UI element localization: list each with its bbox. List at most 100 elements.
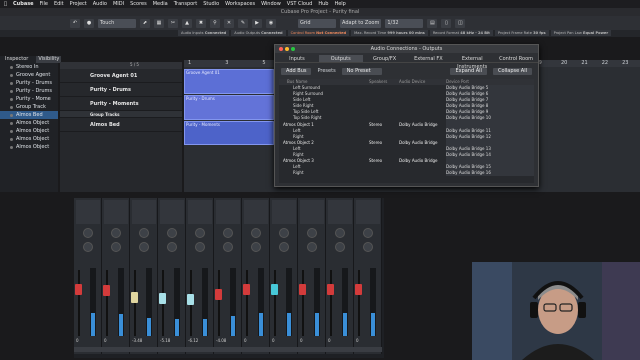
preset-select[interactable]: No Preset xyxy=(341,67,382,75)
insert-slot[interactable] xyxy=(104,200,128,224)
menu-audio[interactable]: Audio xyxy=(93,1,107,7)
pan-knob[interactable] xyxy=(111,242,121,252)
fader-cap[interactable] xyxy=(327,284,334,295)
zoom-icon[interactable] xyxy=(291,47,295,51)
pan-knob[interactable] xyxy=(307,242,317,252)
play-tool-icon[interactable]: ▶ xyxy=(252,18,262,28)
pan-knob[interactable] xyxy=(335,242,345,252)
visibility-dot-icon[interactable] xyxy=(10,137,13,141)
visibility-dot-icon[interactable] xyxy=(10,89,13,93)
inspector-row[interactable]: Group Track xyxy=(0,103,58,111)
volume-readout[interactable]: -5.18 xyxy=(160,338,170,343)
menu-studio[interactable]: Studio xyxy=(203,1,219,7)
mixer-channel[interactable]: 0 xyxy=(298,198,326,354)
visibility-dot-icon[interactable] xyxy=(10,145,13,149)
quantize-select[interactable]: 1/32 xyxy=(385,18,424,28)
volume-readout[interactable]: 0 xyxy=(104,338,107,343)
insert-slot[interactable] xyxy=(132,200,156,224)
pan-knob[interactable] xyxy=(111,228,121,238)
apple-icon[interactable]:  xyxy=(4,1,7,7)
pan-knob[interactable] xyxy=(139,228,149,238)
dialog-tab[interactable]: Inputs xyxy=(275,55,319,62)
inspector-row[interactable]: Purity - Drums xyxy=(0,79,58,87)
pan-knob[interactable] xyxy=(335,228,345,238)
fader-track[interactable] xyxy=(103,270,110,336)
menu-vst-cloud[interactable]: VST Cloud xyxy=(287,1,313,7)
fader-cap[interactable] xyxy=(131,292,138,303)
inspector-row[interactable]: Stereo In xyxy=(0,63,58,71)
erase-tool-icon[interactable]: ✖ xyxy=(196,18,206,28)
draw-tool-icon[interactable]: ✎ xyxy=(238,18,248,28)
tab-inspector[interactable]: Inspector xyxy=(3,56,30,63)
volume-readout[interactable]: 0 xyxy=(300,338,303,343)
inspector-row[interactable]: Purity - Drums xyxy=(0,87,58,95)
split-tool-icon[interactable]: ✂ xyxy=(168,18,178,28)
pan-knob[interactable] xyxy=(167,242,177,252)
pan-knob[interactable] xyxy=(307,228,317,238)
track-row[interactable]: Purity - Drums xyxy=(60,83,182,97)
pan-knob[interactable] xyxy=(251,242,261,252)
dialog-tab[interactable]: External FX xyxy=(406,55,450,62)
fader-track[interactable] xyxy=(299,270,306,336)
mute-tool-icon[interactable]: ✕ xyxy=(224,18,234,28)
range-tool-icon[interactable]: ▦ xyxy=(154,18,164,28)
fader-track[interactable] xyxy=(187,270,194,336)
undo-icon[interactable]: ↶ xyxy=(70,18,80,28)
menu-workspaces[interactable]: Workspaces xyxy=(225,1,255,7)
volume-readout[interactable]: 0 xyxy=(356,338,359,343)
dialog-tab[interactable]: Control Room xyxy=(494,55,538,62)
volume-readout[interactable]: -4.08 xyxy=(216,338,226,343)
dialog-tab[interactable]: Group/FX xyxy=(363,55,407,62)
visibility-dot-icon[interactable] xyxy=(10,129,13,133)
insert-slot[interactable] xyxy=(216,200,240,224)
dialog-tab[interactable]: External Instruments xyxy=(450,55,494,70)
fader-track[interactable] xyxy=(327,270,334,336)
menu-project[interactable]: Project xyxy=(70,1,87,7)
fader-cap[interactable] xyxy=(299,284,306,295)
menu-media[interactable]: Media xyxy=(153,1,168,7)
mixer-channel[interactable]: 0 xyxy=(242,198,270,354)
volume-readout[interactable]: -3.48 xyxy=(132,338,142,343)
add-bus-button[interactable]: Add Bus xyxy=(281,67,312,75)
insert-slot[interactable] xyxy=(356,200,380,224)
track-row[interactable]: Groove Agent 01 xyxy=(60,69,182,83)
fader-track[interactable] xyxy=(75,270,82,336)
fader-track[interactable] xyxy=(243,270,250,336)
inspector-row[interactable]: Almos Object xyxy=(0,143,58,151)
track-row[interactable]: Purity - Moments xyxy=(60,97,182,111)
region-groove-agent[interactable]: Groove Agent 01 xyxy=(184,69,274,94)
pan-knob[interactable] xyxy=(223,228,233,238)
inspector-row[interactable]: Almos Bed xyxy=(0,111,58,119)
inspector-row[interactable]: Almos Object xyxy=(0,119,58,127)
pan-knob[interactable] xyxy=(195,228,205,238)
pan-knob[interactable] xyxy=(223,242,233,252)
record-icon[interactable]: ● xyxy=(84,18,94,28)
snap-type-select[interactable]: Grid xyxy=(298,18,336,28)
volume-readout[interactable]: 0 xyxy=(244,338,247,343)
fader-cap[interactable] xyxy=(271,284,278,295)
fader-track[interactable] xyxy=(271,270,278,336)
track-row[interactable]: Group Tracks xyxy=(60,111,182,118)
fader-cap[interactable] xyxy=(187,294,194,305)
fader-track[interactable] xyxy=(131,270,138,336)
fader-track[interactable] xyxy=(355,270,362,336)
pan-knob[interactable] xyxy=(195,242,205,252)
bus-port[interactable]: Dolby Audio Bridge 16 xyxy=(446,170,534,177)
bus-channel-row[interactable]: Right Dolby Audio Bridge 16 xyxy=(279,170,534,177)
fader-cap[interactable] xyxy=(75,284,82,295)
sidebar-icon[interactable]: ◫ xyxy=(455,18,466,28)
fader-cap[interactable] xyxy=(159,293,166,304)
visibility-dot-icon[interactable] xyxy=(10,73,13,77)
pointer-tool-icon[interactable]: ⬈ xyxy=(140,18,150,28)
visibility-dot-icon[interactable] xyxy=(10,65,13,69)
menu-scores[interactable]: Scores xyxy=(130,1,147,7)
pan-knob[interactable] xyxy=(83,242,93,252)
menu-edit[interactable]: Edit xyxy=(54,1,64,7)
fader-cap[interactable] xyxy=(103,285,110,296)
visibility-dot-icon[interactable] xyxy=(10,113,13,117)
insert-slot[interactable] xyxy=(188,200,212,224)
mixer-channel[interactable]: 0 xyxy=(102,198,130,354)
region-drums[interactable]: Purity - Drums xyxy=(184,95,274,120)
minimize-icon[interactable] xyxy=(285,47,289,51)
insert-slot[interactable] xyxy=(328,200,352,224)
